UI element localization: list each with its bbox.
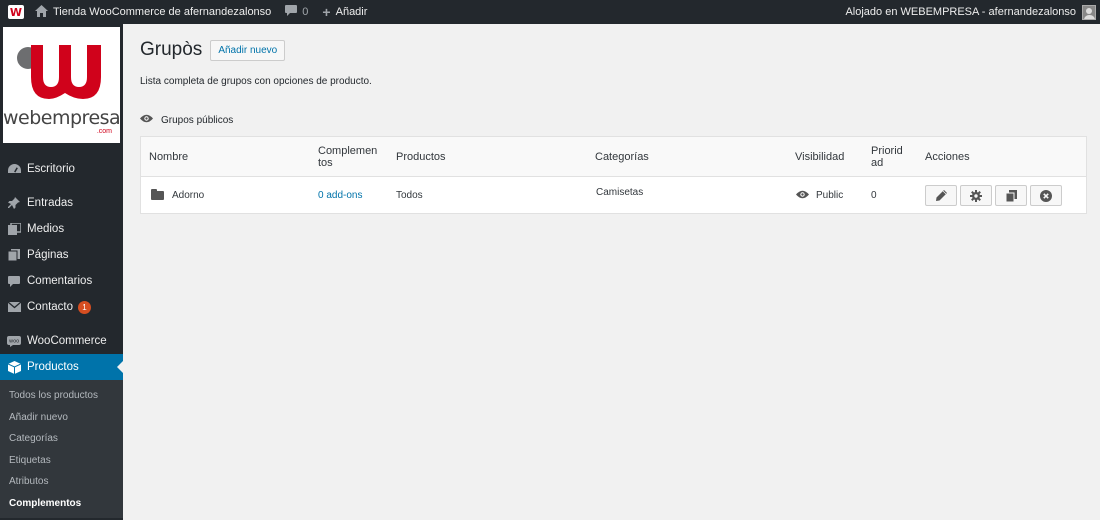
- add-label: Añadir: [335, 6, 368, 18]
- addons-link[interactable]: 0 add-ons: [318, 178, 362, 213]
- sidebar-item-label: Contacto: [27, 301, 74, 313]
- column-header-complementos[interactable]: Complemen tos: [318, 137, 384, 177]
- submenu-item-todos[interactable]: Todos los productos: [0, 385, 123, 407]
- logo-w-mark: [31, 45, 101, 99]
- comment-icon: [7, 274, 21, 288]
- eye-icon: [140, 114, 153, 126]
- notification-badge: 1: [78, 300, 92, 314]
- submenu-item-anadir[interactable]: Añadir nuevo: [0, 407, 123, 429]
- column-header-acciones: Acciones: [925, 151, 970, 163]
- close-circle-icon: [1040, 189, 1052, 202]
- copy-icon: [1005, 189, 1017, 202]
- column-header-productos[interactable]: Productos: [396, 137, 446, 177]
- media-icon: [7, 222, 21, 236]
- svg-text:woo: woo: [9, 338, 19, 344]
- cell-prioridad: 0: [871, 190, 877, 201]
- avatar: [1082, 4, 1096, 20]
- account-text: Alojado en WEBEMPRESA - afernandezalonso: [845, 6, 1076, 18]
- plus-icon: +: [322, 4, 331, 20]
- admin-sidebar: webempresa .com Escritorio Entradas Medi…: [0, 24, 123, 520]
- add-new-button[interactable]: Añadir nuevo: [210, 39, 286, 61]
- admin-menu: Escritorio Entradas Medios Páginas Comen…: [0, 156, 123, 518]
- duplicate-button[interactable]: [995, 185, 1027, 206]
- cell-nombre[interactable]: Adorno: [150, 178, 204, 213]
- comments-link[interactable]: 0: [278, 0, 315, 24]
- sidebar-item-medios[interactable]: Medios: [0, 216, 123, 242]
- account-link[interactable]: Alojado en WEBEMPRESA - afernandezalonso: [838, 0, 1100, 24]
- cell-categorias: Camisetas: [596, 187, 644, 198]
- dashboard-icon: [7, 162, 21, 176]
- brand-logo[interactable]: webempresa .com: [3, 27, 121, 143]
- submenu-item-atributos[interactable]: Atributos: [0, 471, 123, 493]
- title-row: Grupòs Añadir nuevo: [140, 39, 286, 61]
- add-new-link[interactable]: + Añadir: [315, 0, 374, 24]
- wp-logo-button[interactable]: W: [4, 0, 28, 24]
- admin-bar: W Tienda WooCommerce de afernandezalonso…: [0, 0, 1100, 24]
- sidebar-item-woocommerce[interactable]: woo WooCommerce: [0, 328, 123, 354]
- eye-icon: [796, 190, 809, 202]
- settings-button[interactable]: [960, 185, 992, 206]
- column-header-prioridad[interactable]: Priorid ad: [871, 137, 911, 177]
- cell-productos: Todos: [396, 190, 423, 201]
- comments-count: 0: [302, 6, 309, 18]
- visibility-value: Public: [816, 190, 844, 201]
- table-header: Nombre Complemen tos Productos Categoría…: [141, 137, 1086, 177]
- woo-icon: woo: [7, 334, 21, 348]
- section-heading: Grupos públicos: [140, 114, 233, 126]
- sidebar-item-paginas[interactable]: Páginas: [0, 242, 123, 268]
- mail-icon: [7, 300, 21, 314]
- sidebar-item-label: Entradas: [27, 197, 74, 209]
- sidebar-item-label: Páginas: [27, 249, 69, 261]
- edit-button[interactable]: [925, 185, 957, 206]
- brand-suffix: .com: [96, 128, 112, 135]
- sidebar-item-entradas[interactable]: Entradas: [0, 190, 123, 216]
- row-actions: [925, 178, 1065, 213]
- productos-submenu: Todos los productos Añadir nuevo Categor…: [0, 380, 123, 518]
- group-name: Adorno: [172, 190, 205, 201]
- delete-button[interactable]: [1030, 185, 1062, 206]
- page-title: Grupòs: [140, 39, 203, 60]
- sidebar-item-label: Escritorio: [27, 163, 75, 175]
- pin-icon: [7, 196, 21, 210]
- submenu-item-etiquetas[interactable]: Etiquetas: [0, 450, 123, 472]
- sidebar-item-label: Productos: [27, 361, 79, 373]
- pencil-icon: [935, 190, 947, 201]
- folder-icon: [151, 189, 164, 200]
- sidebar-item-label: Comentarios: [27, 275, 93, 287]
- sidebar-item-comentarios[interactable]: Comentarios: [0, 268, 123, 294]
- home-icon: [35, 4, 48, 20]
- webempresa-logo-icon: W: [8, 5, 24, 19]
- brand-name: webempresa: [3, 107, 121, 129]
- site-name: Tienda WooCommerce de afernandezalonso: [53, 6, 272, 18]
- page-description: Lista completa de grupos con opciones de…: [140, 76, 372, 87]
- sidebar-item-escritorio[interactable]: Escritorio: [0, 156, 123, 182]
- pages-icon: [7, 248, 21, 262]
- table-row: Adorno 0 add-ons Todos Camisetas Public …: [141, 178, 1086, 213]
- section-title: Grupos públicos: [161, 114, 234, 126]
- gear-icon: [970, 189, 982, 202]
- cell-visibilidad: Public: [796, 178, 843, 213]
- column-header-visibilidad[interactable]: Visibilidad: [795, 137, 844, 177]
- groups-table: Nombre Complemen tos Productos Categoría…: [140, 136, 1087, 214]
- column-header-nombre[interactable]: Nombre: [149, 137, 188, 177]
- site-name-link[interactable]: Tienda WooCommerce de afernandezalonso: [28, 0, 278, 24]
- submenu-item-categorias[interactable]: Categorías: [0, 428, 123, 450]
- sidebar-item-contacto[interactable]: Contacto 1: [0, 294, 123, 320]
- column-header-categorias[interactable]: Categorías: [595, 137, 649, 177]
- sidebar-item-label: Medios: [27, 223, 65, 235]
- box-icon: [7, 360, 21, 374]
- sidebar-item-productos[interactable]: Productos: [0, 354, 123, 380]
- submenu-item-complementos[interactable]: Complementos: [0, 493, 123, 515]
- sidebar-item-label: WooCommerce: [27, 335, 107, 347]
- comment-icon: [285, 5, 298, 19]
